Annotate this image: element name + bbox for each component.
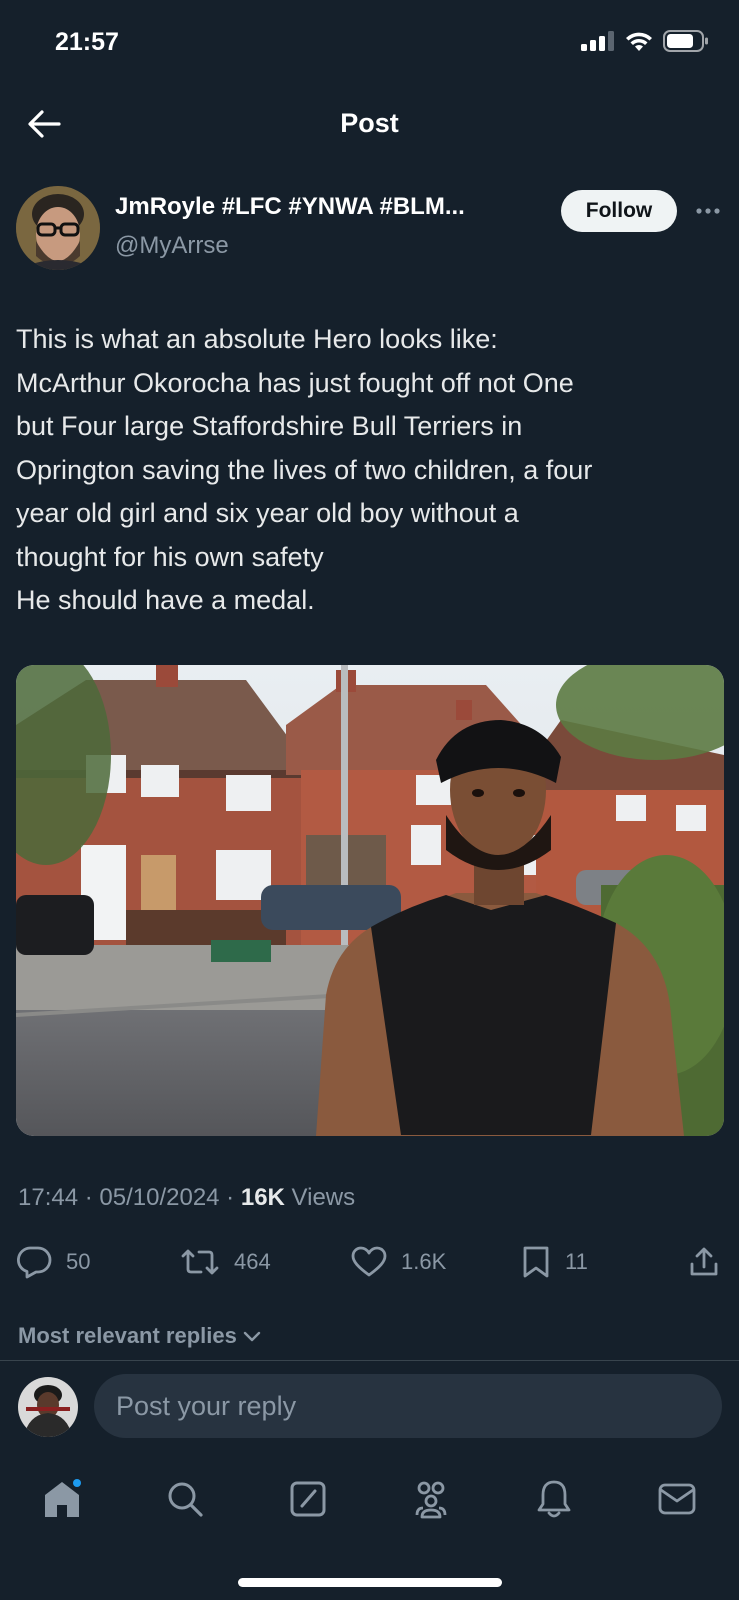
author-display-name[interactable]: JmRoyle #LFC #YNWA #BLM... (115, 193, 465, 221)
like-button[interactable]: 1.6K (351, 1240, 446, 1284)
status-time: 21:57 (55, 28, 119, 56)
home-icon (45, 1479, 81, 1517)
more-button[interactable] (690, 196, 726, 226)
tweet-line: year old girl and six year old boy witho… (16, 498, 519, 528)
photo-image (16, 665, 724, 1136)
tweet-line: thought for his own safety (16, 541, 324, 572)
meta-separator: · (219, 1184, 241, 1211)
follow-button[interactable]: Follow (561, 190, 677, 232)
more-icon (696, 208, 720, 214)
replies-sort-label: Most relevant replies (18, 1323, 237, 1348)
reply-icon (17, 1246, 52, 1279)
meta-separator: · (78, 1184, 100, 1211)
nav-home[interactable] (37, 1474, 87, 1524)
tweet-line: This is what an absolute Hero looks like… (16, 324, 498, 354)
share-icon (690, 1247, 718, 1276)
divider (0, 1360, 739, 1361)
home-indicator[interactable] (238, 1578, 502, 1587)
nav-messages[interactable] (652, 1474, 702, 1524)
bookmark-button[interactable]: 11 (521, 1240, 588, 1284)
signal-icon (581, 31, 614, 51)
notifications-icon (537, 1480, 571, 1518)
chevron-down-icon (243, 1331, 261, 1342)
compose-icon (290, 1481, 326, 1517)
views-count[interactable]: 16K (241, 1184, 285, 1211)
tweet-line: McArthur Okorocha has just fought off no… (16, 367, 574, 398)
reply-input[interactable] (94, 1374, 722, 1438)
reply-button[interactable]: 50 (16, 1240, 90, 1284)
share-button[interactable] (688, 1240, 720, 1284)
post-meta: 17:44 · 05/10/2024 · 16K Views (18, 1184, 355, 1212)
repost-count: 464 (234, 1249, 271, 1274)
author-avatar[interactable] (16, 186, 100, 270)
replies-sort-toggle[interactable]: Most relevant replies (18, 1323, 261, 1349)
nav-compose[interactable] (283, 1474, 333, 1524)
reply-count: 50 (66, 1249, 91, 1274)
avatar-image (16, 186, 100, 270)
communities-icon (415, 1481, 447, 1519)
like-count: 1.6K (401, 1249, 447, 1274)
repost-icon (181, 1249, 219, 1275)
my-avatar[interactable] (18, 1377, 78, 1437)
search-icon (168, 1482, 203, 1517)
wifi-icon (626, 32, 652, 51)
post-time: 17:44 (18, 1184, 79, 1211)
my-avatar-image (18, 1377, 78, 1437)
views-label: Views (284, 1184, 356, 1211)
repost-button[interactable]: 464 (180, 1240, 271, 1284)
battery-icon (663, 30, 708, 52)
tweet-photo[interactable] (16, 665, 724, 1136)
like-icon (351, 1246, 387, 1277)
tweet-text: This is what an absolute Hero looks like… (16, 318, 726, 623)
bookmark-count: 11 (565, 1249, 588, 1274)
action-bar: 50 464 1.6K 11 (16, 1240, 724, 1284)
tweet-line: Oprington saving the lives of two childr… (16, 454, 593, 485)
author-handle[interactable]: @MyArrse (115, 232, 229, 260)
status-icons (581, 30, 709, 52)
bookmark-icon (523, 1246, 549, 1278)
post-date: 05/10/2024 (99, 1184, 220, 1211)
messages-icon (658, 1483, 696, 1515)
tweet-line: He should have a medal. (16, 585, 315, 615)
nav-notifications[interactable] (529, 1474, 579, 1524)
nav-communities[interactable] (406, 1474, 456, 1524)
nav-search[interactable] (160, 1474, 210, 1524)
tweet-line: but Four large Staffordshire Bull Terrie… (16, 411, 523, 441)
page-title: Post (340, 108, 399, 138)
